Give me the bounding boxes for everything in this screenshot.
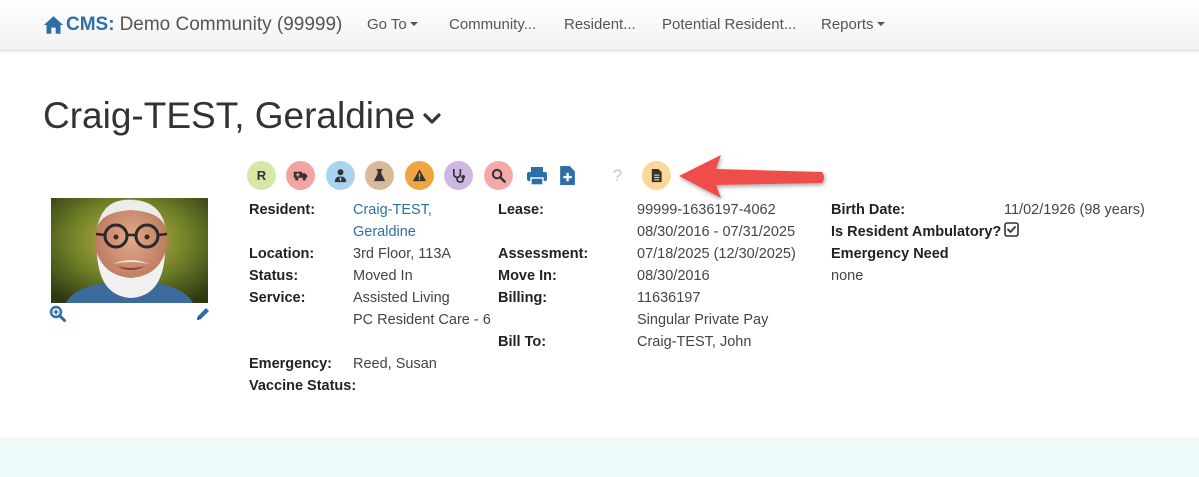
birth-date-value: 11/02/1926 (98 years) bbox=[1004, 202, 1145, 218]
resident-name-heading: Craig-TEST, Geraldine bbox=[43, 95, 416, 136]
resident-label: Resident: bbox=[249, 202, 316, 218]
nav-goto-label: Go To bbox=[367, 16, 407, 33]
bottom-panel bbox=[0, 438, 1199, 477]
search-icon[interactable] bbox=[484, 161, 513, 190]
bill-to-label: Bill To: bbox=[498, 334, 547, 350]
ambulance-icon[interactable] bbox=[286, 161, 315, 190]
status-value: Moved In bbox=[353, 268, 413, 284]
birth-date-label: Birth Date: bbox=[831, 202, 906, 218]
status-label: Status: bbox=[249, 268, 299, 284]
nav-reports-label: Reports bbox=[821, 16, 874, 33]
medical-file-icon[interactable] bbox=[553, 161, 582, 190]
billing-value-line2: Singular Private Pay bbox=[637, 312, 769, 328]
document-icon[interactable] bbox=[642, 161, 671, 190]
service-value-line2: PC Resident Care - 6 bbox=[353, 312, 491, 328]
billing-value-line1: 11636197 bbox=[637, 290, 701, 306]
question-icon[interactable]: ? bbox=[603, 161, 632, 190]
doctor-icon[interactable] bbox=[326, 161, 355, 190]
red-arrow-annotation bbox=[679, 155, 824, 198]
nav-potential-resident[interactable]: Potential Resident... bbox=[662, 16, 796, 33]
emergency-need-label: Emergency Need bbox=[831, 246, 949, 262]
stethoscope-icon[interactable] bbox=[444, 161, 473, 190]
nav-resident[interactable]: Resident... bbox=[564, 16, 636, 33]
lease-value-line1: 99999-1636197-4062 bbox=[637, 202, 776, 218]
location-value: 3rd Floor, 113A bbox=[353, 246, 452, 262]
assessment-label: Assessment: bbox=[498, 246, 589, 262]
resident-photo bbox=[51, 198, 208, 303]
resident-badge-letter: R bbox=[256, 168, 267, 183]
checkbox-checked-icon bbox=[1004, 222, 1019, 237]
service-value-line1: Assisted Living bbox=[353, 290, 450, 306]
emergency-label: Emergency: bbox=[249, 356, 333, 372]
flask-icon[interactable] bbox=[365, 161, 394, 190]
zoom-in-icon[interactable] bbox=[49, 305, 66, 322]
lease-value-line2: 08/30/2016 - 07/31/2025 bbox=[637, 224, 796, 240]
top-navbar: CMS: Demo Community (99999) Go To Commun… bbox=[0, 0, 1199, 51]
assessment-value: 07/18/2025 (12/30/2025) bbox=[637, 246, 796, 262]
ambulatory-label: Is Resident Ambulatory? bbox=[831, 224, 1002, 240]
printer-icon[interactable] bbox=[522, 161, 551, 190]
caret-down-icon bbox=[876, 22, 885, 27]
move-in-label: Move In: bbox=[498, 268, 557, 284]
location-label: Location: bbox=[249, 246, 315, 262]
service-label: Service: bbox=[249, 290, 306, 306]
emergency-need-value: none bbox=[831, 268, 864, 284]
billing-label: Billing: bbox=[498, 290, 548, 306]
vaccine-status-label: Vaccine Status: bbox=[249, 378, 357, 394]
pencil-icon[interactable] bbox=[195, 306, 211, 322]
bill-to-value: Craig-TEST, John bbox=[637, 334, 752, 350]
resident-badge-icon[interactable]: R bbox=[247, 161, 276, 190]
nav-reports-dropdown[interactable]: Reports bbox=[821, 16, 885, 33]
move-in-value: 08/30/2016 bbox=[637, 268, 710, 284]
brand-cms: CMS: bbox=[66, 14, 115, 35]
resident-link-line1[interactable]: Craig-TEST, bbox=[353, 202, 432, 218]
resident-link-line2[interactable]: Geraldine bbox=[353, 224, 416, 240]
caret-down-icon bbox=[409, 22, 418, 27]
brand[interactable]: CMS: Demo Community (99999) bbox=[43, 13, 342, 37]
lease-label: Lease: bbox=[498, 202, 544, 218]
page-title: Craig-TEST, Geraldine bbox=[43, 95, 441, 137]
home-icon bbox=[43, 16, 64, 34]
chevron-down-icon[interactable] bbox=[423, 113, 441, 125]
nav-goto-dropdown[interactable]: Go To bbox=[367, 16, 418, 33]
warning-icon[interactable] bbox=[405, 161, 434, 190]
nav-community[interactable]: Community... bbox=[449, 16, 536, 33]
brand-community-name: Demo Community (99999) bbox=[119, 14, 343, 35]
emergency-value: Reed, Susan bbox=[353, 356, 437, 372]
